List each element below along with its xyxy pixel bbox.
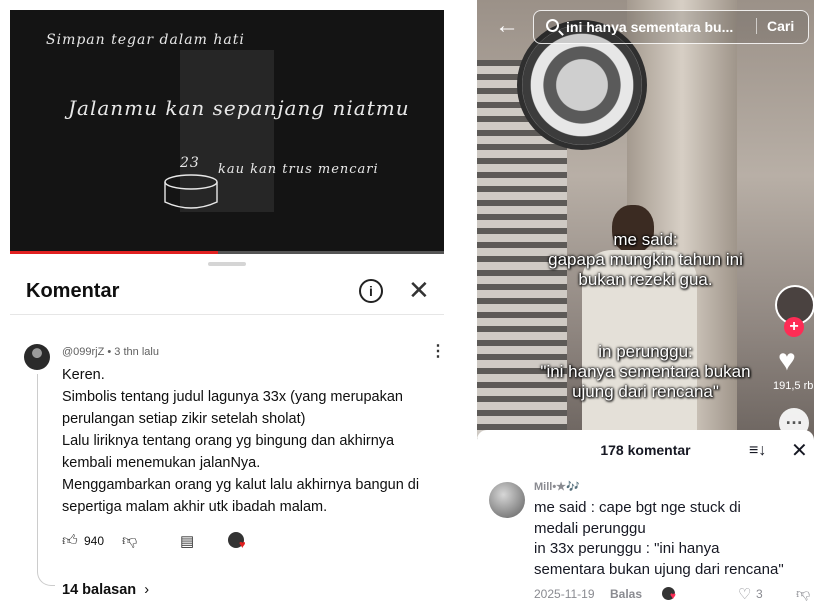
thumbs-down-icon[interactable]: 👎︎ bbox=[796, 585, 810, 602]
video-player[interactable]: Simpan tegar dalam hati Jalanmu kan sepa… bbox=[10, 10, 444, 254]
back-arrow-icon[interactable]: ← bbox=[495, 12, 519, 40]
thumbs-down-icon[interactable]: 👎︎ bbox=[122, 532, 137, 550]
comment-footer: 2025-11-19 Balas ♥ ♡ 3 👎︎ bbox=[534, 585, 814, 603]
reply-button[interactable]: Balas bbox=[610, 587, 642, 601]
comments-sheet: Komentar i ✕ @099rjZ • 3 thn lalu ⋮ Kere… bbox=[10, 254, 446, 605]
video-frame[interactable]: me said: gapapa mungkin tahun ini bukan … bbox=[477, 0, 814, 440]
comment-username[interactable]: Mill•★🎶 bbox=[534, 480, 580, 493]
comment-date: 2025-11-19 bbox=[534, 587, 595, 601]
comment-line: kembali menemukan jalanNya. bbox=[62, 455, 261, 471]
comment-line: medali perunggu bbox=[534, 519, 646, 537]
comment-line: perulangan setiap zikir setelah sholat) bbox=[62, 411, 306, 427]
avatar[interactable] bbox=[24, 344, 50, 370]
comment-meta[interactable]: @099rjZ • 3 thn lalu bbox=[62, 346, 159, 358]
close-icon[interactable]: ✕ bbox=[408, 275, 430, 305]
caption-line: me said: bbox=[613, 230, 678, 249]
comment-line: sementara bukan ujung dari rencana" bbox=[534, 560, 784, 578]
avatar[interactable] bbox=[489, 482, 525, 518]
caption-line: bukan rezeki gua. bbox=[578, 270, 713, 289]
search-icon bbox=[546, 19, 559, 32]
comment-line: me said : cape bgt nge stuck di bbox=[534, 499, 741, 516]
comment-text: Keren. Simbolis tentang judul lagunya 33… bbox=[62, 364, 442, 518]
video-like-count: 191,5 rb bbox=[773, 380, 814, 392]
search-bar[interactable]: ini hanya sementara bu... Cari bbox=[533, 10, 809, 44]
caption-line: ujung dari rencana" bbox=[572, 382, 719, 401]
search-query[interactable]: ini hanya sementara bu... bbox=[566, 19, 733, 35]
youtube-panel: Simpan tegar dalam hati Jalanmu kan sepa… bbox=[0, 0, 454, 605]
tiktok-panel: me said: gapapa mungkin tahun ini bukan … bbox=[477, 0, 814, 605]
caption-top: me said: gapapa mungkin tahun ini bukan … bbox=[477, 230, 814, 290]
lyric-line: Simpan tegar dalam hati bbox=[46, 32, 245, 48]
cake-number: 23 bbox=[180, 155, 200, 171]
caption-line: in perunggu: bbox=[598, 342, 693, 361]
info-icon[interactable]: i bbox=[359, 279, 383, 303]
comment-line: in 33x perunggu : "ini hanya bbox=[534, 540, 720, 557]
comment-line: Menggambarkan orang yg kalut lalu akhirn… bbox=[62, 477, 420, 493]
sort-icon[interactable]: ≡↓ bbox=[749, 442, 766, 460]
more-options-icon[interactable]: ⋮ bbox=[430, 344, 446, 360]
comment-line: Lalu liriknya tentang orang yg bingung d… bbox=[62, 433, 395, 449]
heart-icon: ♥ bbox=[670, 591, 676, 602]
comment-text: me said : cape bgt nge stuck di medali p… bbox=[534, 498, 814, 580]
reply-thread-line bbox=[37, 374, 55, 586]
comments-title: Komentar bbox=[26, 280, 120, 302]
drag-handle[interactable] bbox=[208, 262, 246, 266]
chevron-right-icon: › bbox=[140, 582, 150, 598]
lyric-line: kau kan trus mencari bbox=[218, 162, 379, 177]
replies-label: 14 balasan bbox=[62, 582, 137, 598]
caption-line: "ini hanya sementara bukan bbox=[540, 362, 751, 381]
comment-like-count: 3 bbox=[756, 587, 763, 601]
heart-icon[interactable]: ♥ bbox=[778, 344, 796, 378]
like-heart-icon[interactable]: ♡ bbox=[738, 585, 751, 603]
replies-link[interactable]: 14 balasan › bbox=[62, 582, 149, 598]
cake-drawing-icon bbox=[164, 174, 218, 209]
thumbs-up-icon[interactable]: 👍︎ bbox=[62, 532, 78, 550]
reply-icon[interactable]: ▤ bbox=[180, 532, 194, 550]
close-icon[interactable]: ✕ bbox=[791, 440, 808, 462]
lyric-line: Jalanmu kan sepanjang niatmu bbox=[68, 96, 410, 120]
like-count: 940 bbox=[84, 534, 105, 548]
follow-plus-icon[interactable]: + bbox=[784, 317, 804, 337]
divider bbox=[10, 314, 444, 315]
search-button[interactable]: Cari bbox=[756, 18, 794, 34]
caption-line: gapapa mungkin tahun ini bbox=[548, 250, 743, 269]
heart-icon: ♥ bbox=[239, 539, 246, 551]
comment-line: sepertiga malam akhir utk ibadah malam. bbox=[62, 499, 328, 515]
comment-line: Simbolis tentang judul lagunya 33x (yang… bbox=[62, 389, 403, 405]
caption-bottom: in perunggu: "ini hanya sementara bukan … bbox=[477, 342, 814, 402]
comment-line: Keren. bbox=[62, 367, 105, 383]
tiktok-comments-sheet: 178 komentar ≡↓ ✕ Mill•★🎶 me said : cape… bbox=[477, 430, 814, 605]
